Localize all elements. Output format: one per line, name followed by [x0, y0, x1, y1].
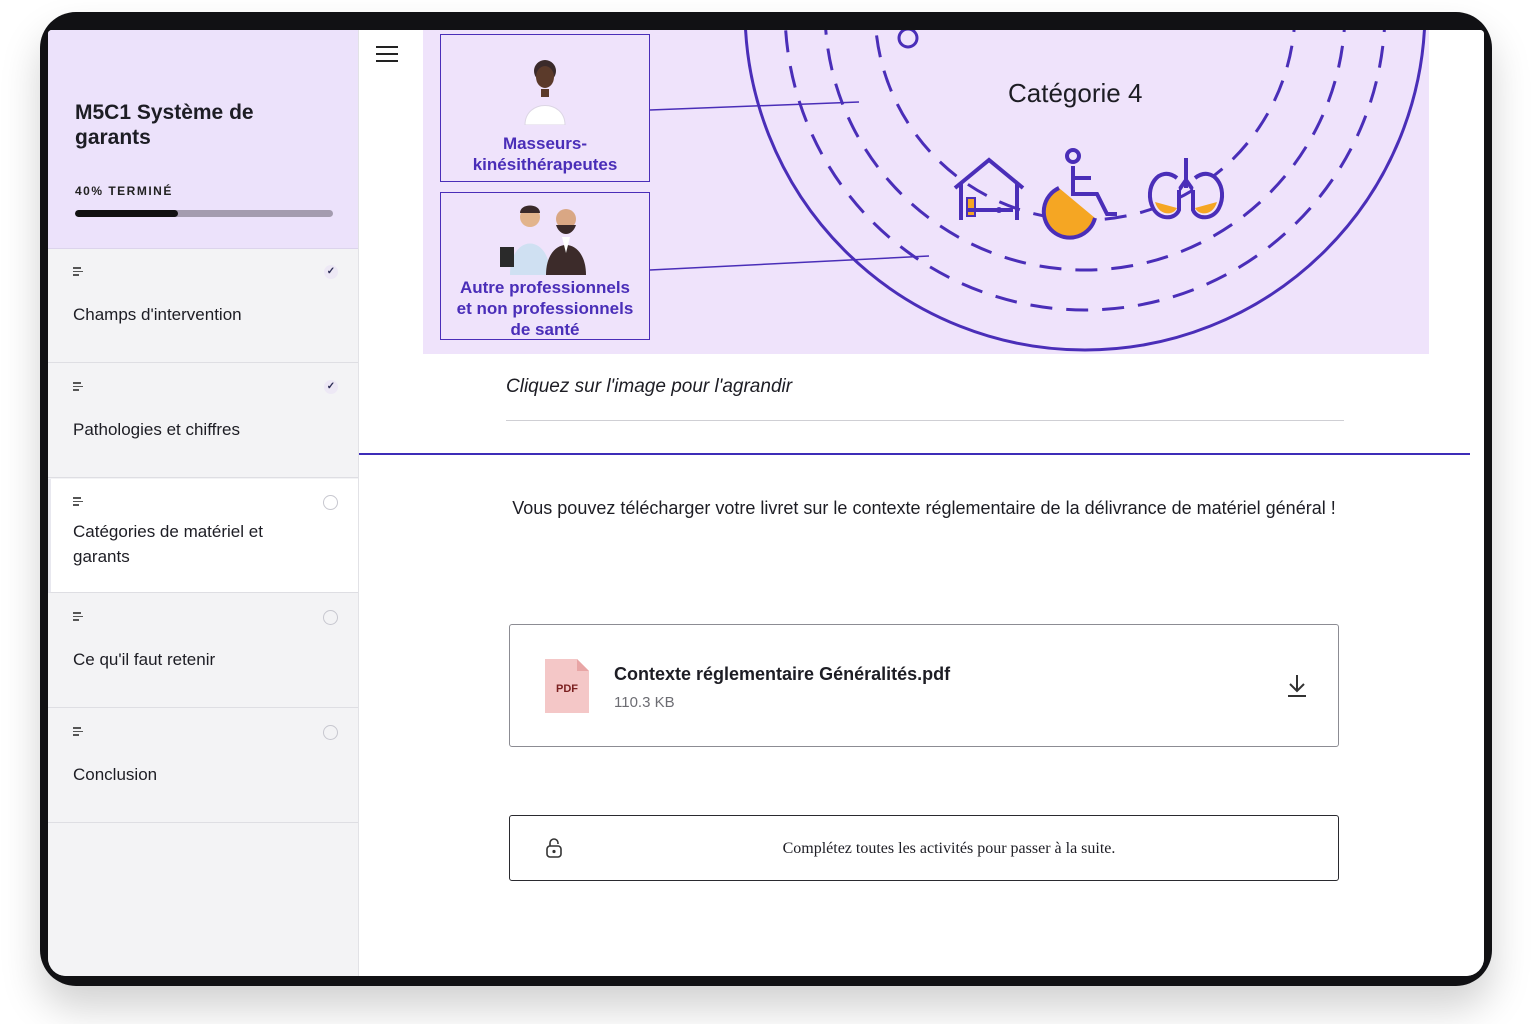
- professionals-avatar-icon: [500, 205, 586, 275]
- autres-line3: de santé: [510, 320, 580, 339]
- caption-divider: [506, 420, 1344, 421]
- lock-message: Complétez toutes les activités pour pass…: [782, 840, 1116, 857]
- not-started-circle-icon: [323, 610, 338, 625]
- wheelchair-icon: [1041, 148, 1117, 240]
- lesson-item-pathologies-chiffres[interactable]: ✓ Pathologies et chiffres: [48, 364, 358, 478]
- text-lesson-icon: [73, 382, 83, 391]
- masseurs-kinesitherapeutes-box: Masseurs- kinésithérapeutes: [440, 34, 650, 182]
- pdf-file-icon: PDF: [545, 659, 589, 713]
- lungs-icon: [1147, 158, 1225, 220]
- autres-line2: et non professionnels: [456, 299, 634, 318]
- not-started-circle-icon: [323, 495, 338, 510]
- not-started-circle-icon: [323, 725, 338, 740]
- text-lesson-icon: [73, 497, 83, 506]
- masseurs-line2: kinésithérapeutes: [472, 155, 618, 174]
- pdf-type-label: PDF: [556, 683, 578, 695]
- lesson-label: Champs d'intervention: [73, 305, 242, 324]
- completed-check-icon: ✓: [324, 265, 338, 279]
- lesson-item-ce-quil-faut-retenir[interactable]: Ce qu'il faut retenir: [48, 594, 358, 708]
- hamburger-menu-icon[interactable]: [376, 46, 398, 64]
- masseurs-line1: Masseurs-: [502, 134, 588, 153]
- file-name: Contexte réglementaire Généralités.pdf: [614, 664, 951, 684]
- autres-line1: Autre professionnels: [459, 278, 631, 297]
- lesson-label: Ce qu'il faut retenir: [73, 650, 216, 669]
- continue-locked-bar: Complétez toutes les activités pour pass…: [509, 815, 1339, 881]
- lesson-label: Conclusion: [73, 765, 158, 784]
- tablet-frame: M5C1 Système de garants 40% TERMINÉ ✓ Ch…: [40, 12, 1492, 986]
- text-lesson-icon: [73, 267, 83, 276]
- categories-illustration[interactable]: Masseurs- kinésithérapeutes Autre profes…: [423, 30, 1429, 354]
- lesson-item-champs-intervention[interactable]: ✓ Champs d'intervention: [48, 249, 358, 363]
- lesson-item-categories-materiel[interactable]: Catégories de matériel et garants: [48, 479, 358, 593]
- lesson-content: Masseurs- kinésithérapeutes Autre profes…: [359, 30, 1484, 976]
- progress-label: 40% TERMINÉ: [75, 184, 173, 198]
- lesson-item-conclusion[interactable]: Conclusion: [48, 709, 358, 823]
- completed-check-icon: ✓: [324, 380, 338, 394]
- lesson-label: Catégories de matériel et garants: [73, 522, 263, 566]
- lesson-label: Pathologies et chiffres: [73, 420, 240, 439]
- download-intro-text: Vous pouvez télécharger votre livret sur…: [512, 498, 1336, 518]
- category-label: Catégorie 4: [1008, 78, 1143, 108]
- section-divider: [359, 453, 1470, 455]
- file-size: 110.3 KB: [614, 694, 675, 711]
- text-lesson-icon: [73, 612, 83, 621]
- file-attachment-card[interactable]: PDF Contexte réglementaire Généralités.p…: [509, 624, 1339, 747]
- bed-icon: [953, 157, 1025, 220]
- image-caption: Cliquez sur l'image pour l'agrandir: [506, 376, 793, 397]
- therapist-avatar-icon: [524, 60, 566, 125]
- course-sidebar: M5C1 Système de garants 40% TERMINÉ ✓ Ch…: [48, 30, 359, 976]
- course-header: M5C1 Système de garants 40% TERMINÉ: [48, 30, 358, 249]
- course-title: M5C1 Système de garants: [75, 101, 254, 149]
- progress-bar: [75, 210, 333, 217]
- download-icon[interactable]: [1286, 673, 1308, 699]
- progress-bar-fill: [75, 210, 179, 217]
- text-lesson-icon: [73, 727, 83, 736]
- screen: M5C1 Système de garants 40% TERMINÉ ✓ Ch…: [48, 30, 1484, 976]
- autres-professionnels-box: Autre professionnels et non professionne…: [440, 192, 650, 340]
